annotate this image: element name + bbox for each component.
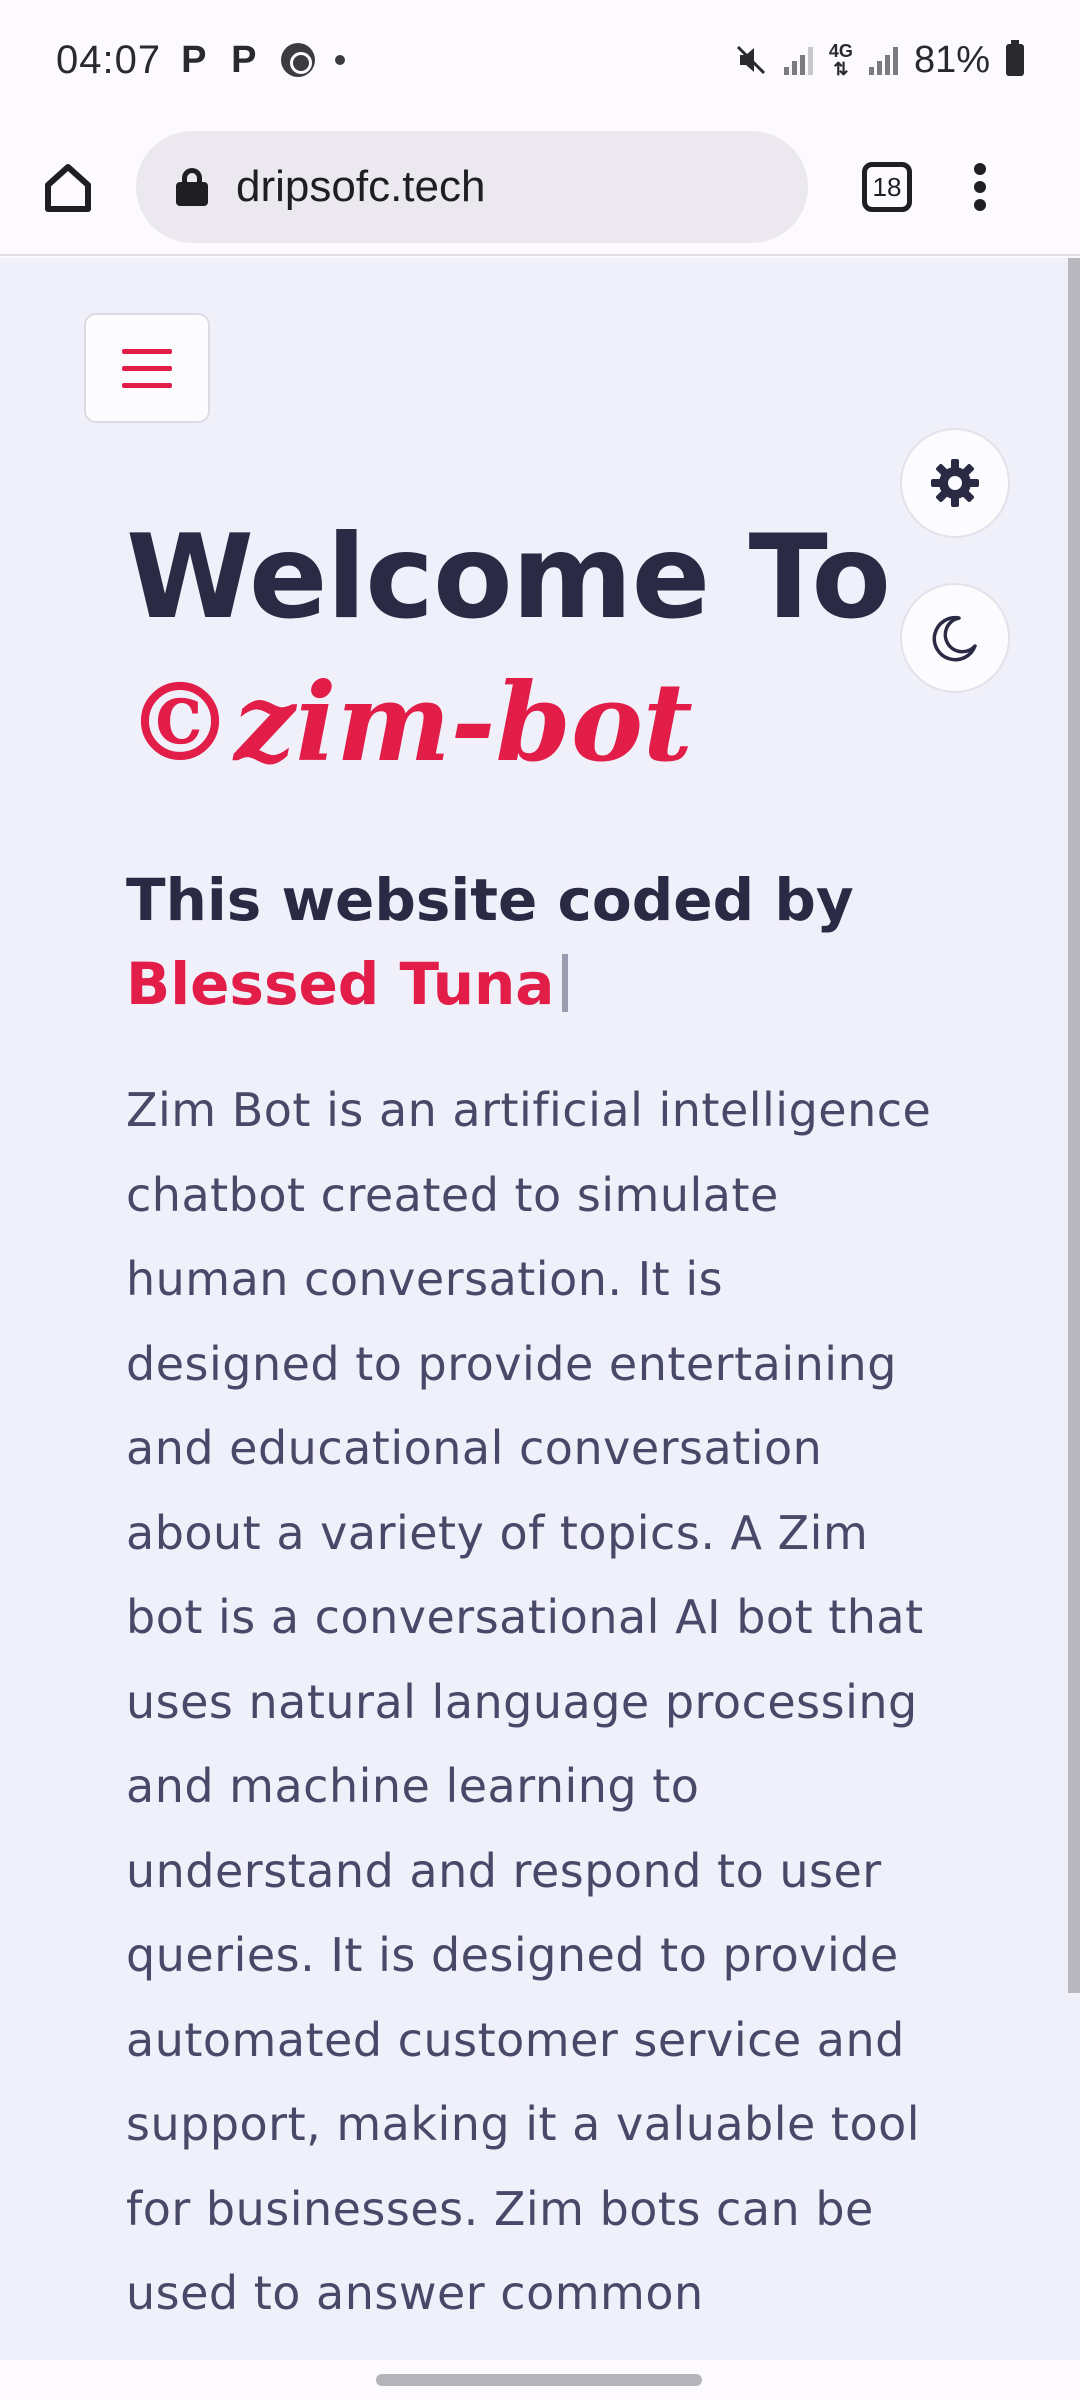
address-bar[interactable]: dripsofc.tech bbox=[136, 131, 808, 243]
hamburger-menu-button[interactable] bbox=[84, 313, 210, 423]
status-bar: 04:07 P P 4G ⇅ 81% bbox=[0, 0, 1080, 120]
coded-by-heading: This website coded by Blessed Tuna bbox=[126, 858, 986, 1026]
brand-logo-text: ©zim-bot bbox=[126, 660, 693, 786]
network-type-label: 4G bbox=[828, 41, 853, 61]
hamburger-line-icon bbox=[122, 382, 172, 388]
url-text[interactable]: dripsofc.tech bbox=[236, 162, 485, 212]
tab-switcher-button[interactable]: 18 bbox=[862, 162, 912, 212]
hamburger-line-icon bbox=[122, 348, 172, 354]
hamburger-line-icon bbox=[122, 365, 172, 371]
data-arrows-icon: ⇅ bbox=[833, 59, 849, 79]
mute-icon bbox=[736, 45, 765, 75]
browser-toolbar: dripsofc.tech 18 bbox=[0, 120, 1080, 256]
web-page: Welcome To ©zim-bot This website coded b… bbox=[0, 258, 1080, 2360]
status-right: 4G ⇅ 81% bbox=[734, 39, 1024, 82]
menu-dot-icon bbox=[974, 199, 986, 211]
author-name: Blessed Tuna bbox=[126, 950, 555, 1018]
gesture-navigation-bar bbox=[0, 2360, 1080, 2400]
menu-dot-icon bbox=[974, 181, 986, 193]
signal-strength-icon bbox=[783, 45, 813, 75]
coded-by-prefix: This website coded by bbox=[126, 866, 854, 934]
battery-percent: 81% bbox=[913, 38, 990, 81]
home-icon bbox=[45, 164, 91, 212]
whatsapp-icon bbox=[281, 43, 316, 77]
lock-icon[interactable] bbox=[176, 168, 208, 206]
menu-dot-icon bbox=[974, 163, 986, 175]
more-notifications-dot-icon bbox=[335, 55, 346, 65]
status-time: 04:07 bbox=[56, 37, 162, 82]
p-notification-icon: P bbox=[231, 39, 257, 81]
page-scrollbar[interactable] bbox=[1068, 258, 1080, 1993]
welcome-heading: Welcome To bbox=[126, 510, 891, 645]
bot-description: Zim Bot is an artificial intelligence ch… bbox=[126, 1083, 932, 2320]
battery-icon bbox=[1006, 40, 1024, 76]
browser-menu-button[interactable] bbox=[970, 157, 990, 217]
status-left: 04:07 P P bbox=[56, 37, 346, 83]
signal-strength-icon bbox=[868, 45, 898, 75]
gear-icon bbox=[931, 459, 979, 507]
typing-cursor bbox=[562, 954, 569, 1012]
tab-count: 18 bbox=[872, 171, 902, 202]
p-notification-icon: P bbox=[181, 39, 207, 81]
moon-icon bbox=[932, 615, 977, 662]
home-button[interactable] bbox=[38, 157, 98, 217]
settings-button[interactable] bbox=[900, 428, 1010, 538]
home-gesture-handle[interactable] bbox=[376, 2374, 702, 2386]
network-type-icon: 4G ⇅ bbox=[829, 42, 853, 78]
dark-mode-toggle[interactable] bbox=[900, 583, 1010, 693]
